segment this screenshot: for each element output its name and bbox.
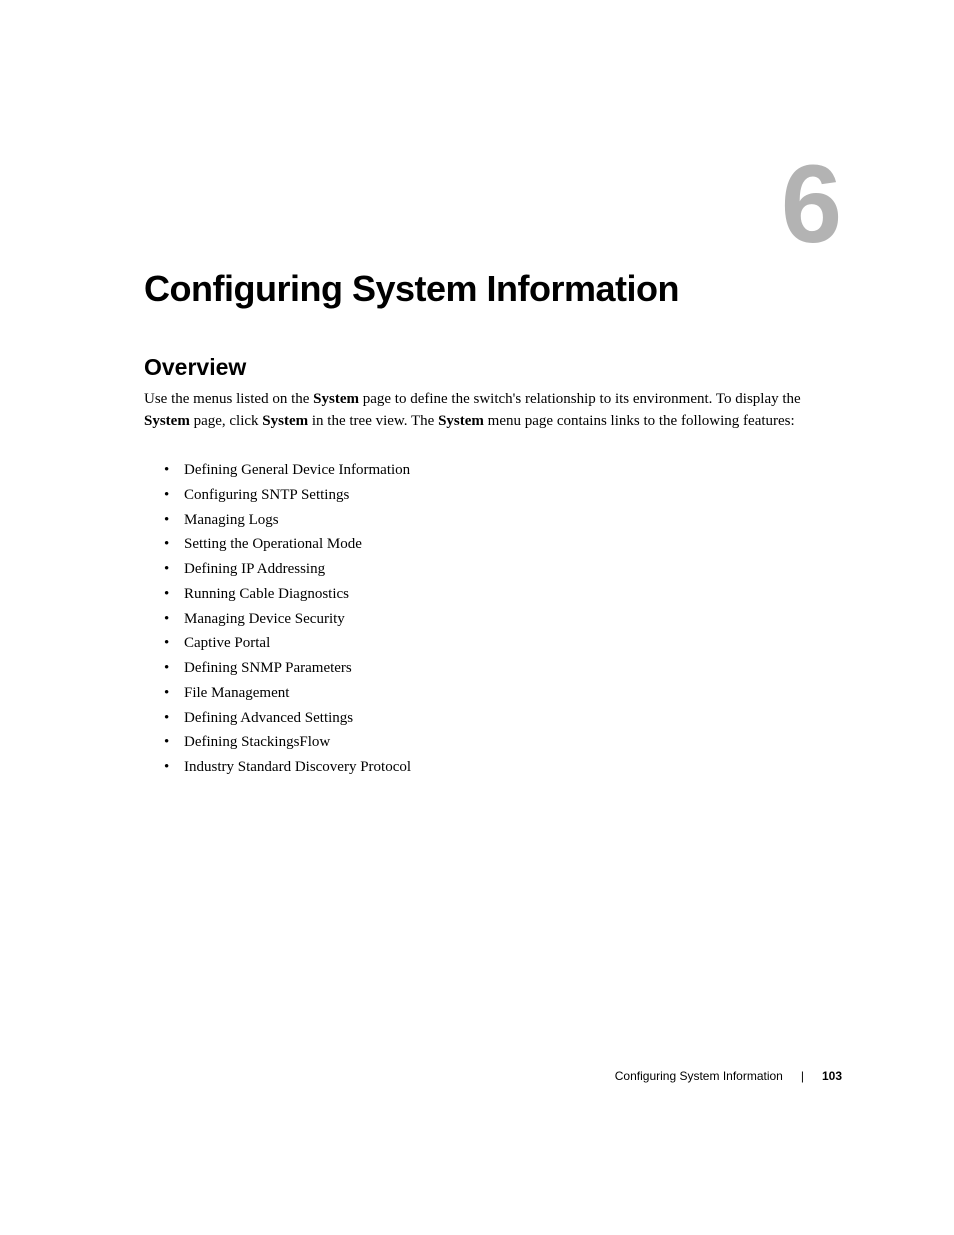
footer-title: Configuring System Information	[615, 1069, 783, 1083]
list-item: Managing Device Security	[164, 607, 411, 632]
intro-bold-5: System	[262, 413, 308, 429]
intro-text-4: page, click	[190, 413, 262, 429]
list-item: Managing Logs	[164, 508, 411, 533]
list-item: File Management	[164, 681, 411, 706]
list-item: Running Cable Diagnostics	[164, 582, 411, 607]
section-heading: Overview	[144, 354, 246, 381]
list-item: Defining Advanced Settings	[164, 706, 411, 731]
list-item: Captive Portal	[164, 631, 411, 656]
list-item: Defining General Device Information	[164, 458, 411, 483]
intro-text-2: page to define the switch's relationship…	[359, 391, 801, 407]
list-item: Industry Standard Discovery Protocol	[164, 755, 411, 780]
footer-divider: |	[801, 1069, 804, 1083]
list-item: Setting the Operational Mode	[164, 532, 411, 557]
intro-text-0: Use the menus listed on the	[144, 391, 313, 407]
intro-paragraph: Use the menus listed on the System page …	[144, 389, 840, 433]
list-item: Defining SNMP Parameters	[164, 656, 411, 681]
list-item: Defining IP Addressing	[164, 557, 411, 582]
intro-text-8: menu page contains links to the followin…	[484, 413, 795, 429]
list-item: Configuring SNTP Settings	[164, 483, 411, 508]
page-footer: Configuring System Information | 103	[615, 1069, 842, 1083]
intro-text-6: in the tree view. The	[308, 413, 438, 429]
intro-bold-1: System	[313, 391, 359, 407]
list-item: Defining StackingsFlow	[164, 730, 411, 755]
intro-bold-3: System	[144, 413, 190, 429]
chapter-number: 6	[781, 150, 842, 260]
intro-bold-7: System	[438, 413, 484, 429]
chapter-title: Configuring System Information	[144, 268, 679, 310]
feature-list: Defining General Device Information Conf…	[164, 458, 411, 780]
page-number: 103	[822, 1069, 842, 1083]
